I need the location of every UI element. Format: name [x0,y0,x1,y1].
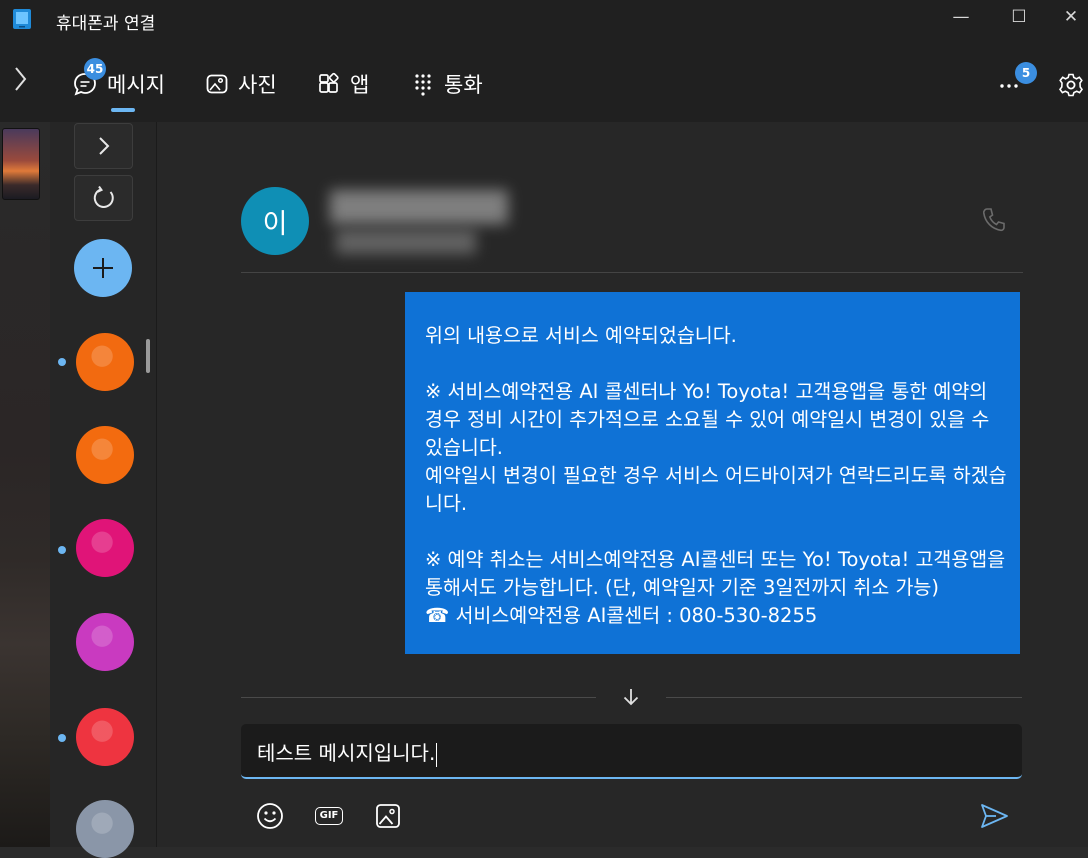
scroll-to-latest-button[interactable] [620,686,642,708]
phone-link-app-icon [10,7,34,31]
image-icon [376,804,400,828]
tab-photos-label: 사진 [238,73,277,97]
chevron-right-icon [98,137,109,155]
send-icon [981,804,1008,828]
message-input-value: 테스트 메시지입니다. [257,741,436,765]
unread-indicator [58,358,66,366]
sidebar-expand-button[interactable] [8,63,32,95]
message-input[interactable]: 테스트 메시지입니다. [241,724,1022,779]
tab-messages[interactable]: 45 메시지 [72,58,165,110]
conversation-avatar[interactable] [76,708,134,766]
gif-button[interactable]: GIF [313,800,347,832]
chevron-right-icon [15,67,27,91]
messages-icon: 45 [72,58,106,97]
minimize-button[interactable]: — [944,4,978,30]
more-badge: 5 [1015,62,1037,84]
apps-icon [319,72,339,93]
emoji-icon [257,803,283,829]
contact-number-redacted [336,230,476,254]
scroll-separator-right [666,697,1022,698]
unread-indicator [58,546,66,554]
tab-calls-label: 통화 [444,73,483,97]
tab-calls[interactable]: 통화 [411,58,483,110]
phone-icon [982,208,1005,232]
refresh-icon [93,185,114,208]
new-message-button[interactable] [74,239,132,297]
contact-avatar: 이 [241,187,309,255]
maximize-button[interactable]: ☐ [1002,4,1036,30]
messages-badge: 45 [84,58,106,80]
conversation-avatar[interactable] [76,519,134,577]
emoji-button[interactable] [254,800,286,832]
tab-messages-label: 메시지 [107,73,165,97]
image-button[interactable] [372,800,404,832]
title-bar [0,0,1088,38]
gear-icon [1059,73,1083,97]
phone-wallpaper-strip [0,122,50,847]
unread-indicator [58,734,66,742]
plus-icon [93,258,113,278]
message-text: 위의 내용으로 서비스 예약되었습니다. ※ 서비스예약전용 AI 콜센터나 Y… [425,324,1007,627]
selected-tab-indicator [111,108,135,112]
refresh-button[interactable] [74,175,133,221]
arrow-down-icon [623,689,639,706]
scroll-separator-left [241,697,596,698]
conversation-avatar[interactable] [76,800,134,858]
received-message-bubble[interactable]: · · · · · · · · · · · · · · · 위의 내용으로 서비… [405,292,1020,654]
window-title: 휴대폰과 연결 [56,14,156,34]
conversation-list-expand-button[interactable] [74,123,133,169]
conversation-list-scrollbar[interactable] [146,339,150,373]
conversation-avatar[interactable] [76,426,134,484]
tab-apps-label: 앱 [350,73,370,97]
photos-icon [206,74,228,94]
tab-apps[interactable]: 앱 [317,58,369,110]
truncated-previous-line: · · · · · · · · · · · · · · · [445,292,805,296]
send-button[interactable] [978,800,1010,832]
conversation-avatar[interactable] [76,333,134,391]
phone-screen-thumbnail[interactable] [2,128,40,200]
call-button[interactable] [980,206,1006,234]
close-button[interactable]: ✕ [1054,4,1088,30]
conversation-avatar[interactable] [76,613,134,671]
dialpad-icon [415,74,431,96]
gif-label: GIF [315,807,343,825]
settings-button[interactable] [1058,72,1084,98]
contact-name-redacted [330,190,508,224]
header-divider [241,272,1023,273]
text-caret [436,742,438,767]
tab-photos[interactable]: 사진 [205,58,277,110]
